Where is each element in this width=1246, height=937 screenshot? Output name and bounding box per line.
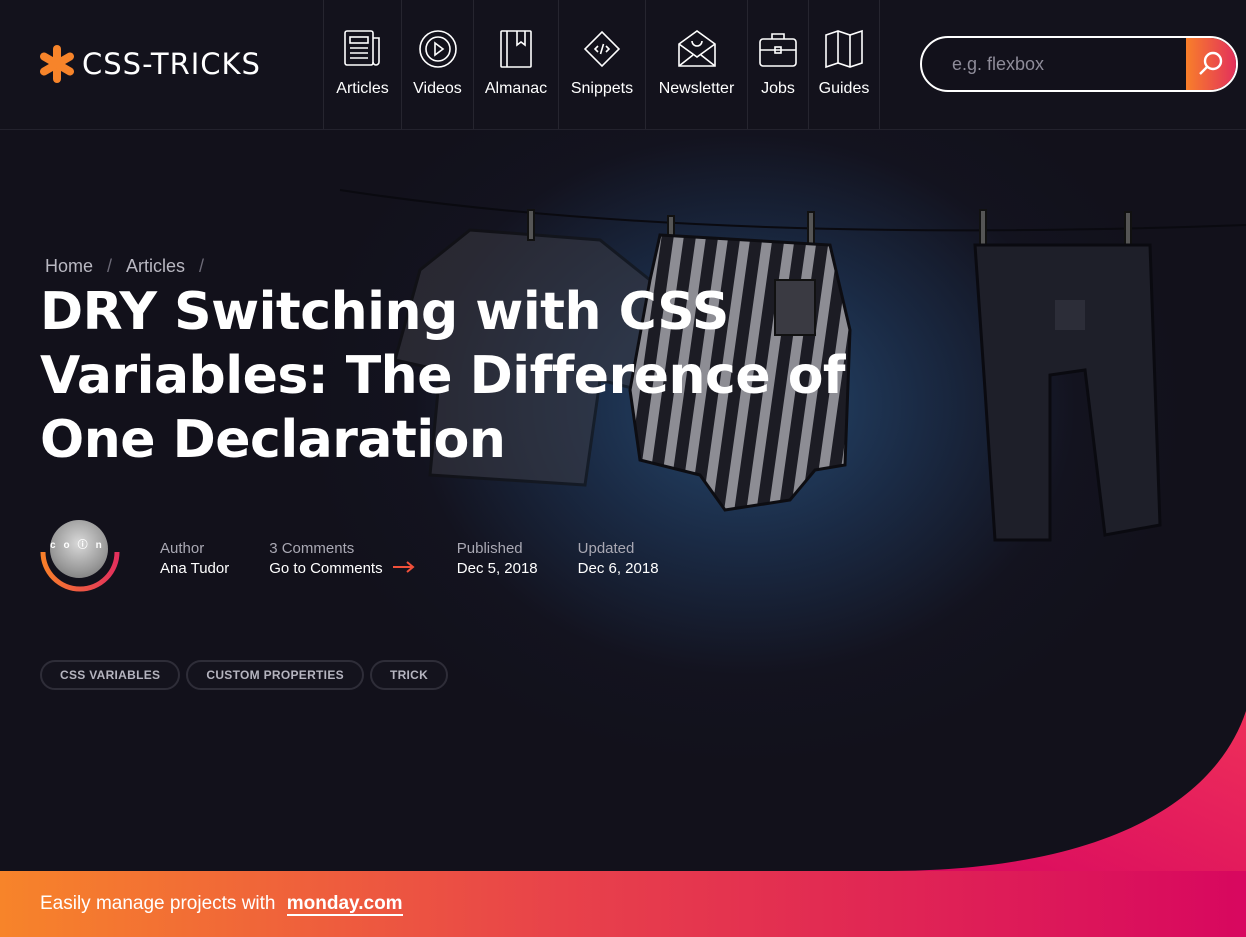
breadcrumb: Home / Articles / (45, 256, 204, 277)
nav-guides[interactable]: Guides (808, 0, 880, 129)
search-input[interactable] (922, 38, 1186, 90)
article-title: DRY Switching with CSS Variables: The Di… (40, 282, 846, 470)
asterisk-logo-icon (40, 45, 74, 83)
nav-jobs[interactable]: Jobs (747, 0, 808, 129)
meta-comments: 3 Comments Go to Comments (269, 540, 417, 577)
published-date: Dec 5, 2018 (456, 559, 538, 577)
nav-label: Videos (413, 80, 462, 97)
comments-link[interactable]: Go to Comments (269, 560, 417, 577)
nav-almanac[interactable]: Almanac (473, 0, 558, 129)
tag-css-variables[interactable]: CSS VARIABLES (40, 660, 181, 690)
comments-count: 3 Comments (269, 539, 355, 557)
search-box (920, 36, 1238, 92)
author-name[interactable]: Ana Tudor (160, 560, 229, 577)
envelope-icon (677, 30, 716, 67)
breadcrumb-home[interactable]: Home (45, 256, 93, 277)
search-button[interactable] (1186, 38, 1236, 90)
updated-label: Updated (577, 539, 635, 557)
avatar: coⓘnce (50, 520, 108, 578)
nav-label: Snippets (570, 80, 634, 97)
tag-custom-properties[interactable]: CUSTOM PROPERTIES (186, 660, 364, 690)
nav-label: Newsletter (658, 80, 735, 97)
search-icon (1199, 51, 1223, 75)
nav-videos[interactable]: Videos (401, 0, 473, 129)
map-icon (825, 29, 863, 69)
published-label: Published (456, 539, 523, 557)
breadcrumb-separator: / (107, 256, 113, 276)
briefcase-icon (759, 33, 797, 67)
sponsor-bar: Easily manage projects with monday.com (0, 871, 1246, 937)
breadcrumb-articles[interactable]: Articles (126, 256, 185, 277)
newspaper-icon (343, 30, 380, 66)
nav-newsletter[interactable]: Newsletter (645, 0, 747, 129)
nav-label: Almanac (484, 80, 548, 97)
arrow-right-icon (392, 560, 415, 573)
sponsor-text: Easily manage projects with monday.com (40, 893, 403, 916)
tag-list: CSS VARIABLES CUSTOM PROPERTIES TRICK (40, 660, 449, 690)
main-nav: Articles Videos Almanac Snippets Newslet… (323, 0, 880, 129)
nav-label: Articles (336, 80, 389, 97)
avatar-text: coⓘnce (50, 540, 108, 551)
nav-label: Guides (818, 80, 870, 97)
nav-articles[interactable]: Articles (323, 0, 401, 129)
book-icon (500, 30, 532, 68)
meta-published: Published Dec 5, 2018 (457, 540, 538, 577)
nav-label: Jobs (761, 80, 795, 97)
sponsor-link[interactable]: monday.com (286, 893, 403, 916)
site-logo[interactable]: CSS-TRICKS (40, 44, 261, 84)
sponsor-message: Easily manage projects with (40, 893, 276, 914)
meta-updated: Updated Dec 6, 2018 (578, 540, 659, 577)
author-avatar[interactable]: coⓘnce (40, 518, 120, 598)
updated-date: Dec 6, 2018 (577, 559, 659, 577)
logo-text: CSS-TRICKS (82, 47, 261, 81)
author-label: Author (160, 539, 205, 557)
tag-trick[interactable]: TRICK (369, 660, 449, 690)
meta-author: Author Ana Tudor (160, 540, 229, 577)
site-header: CSS-TRICKS Articles Videos Almanac Snipp… (0, 0, 1246, 130)
corner-swoosh (886, 711, 1246, 871)
comments-link-label: Go to Comments (269, 559, 383, 577)
article-hero: Home / Articles / DRY Switching with CSS… (0, 130, 1246, 871)
breadcrumb-separator: / (199, 256, 205, 276)
play-icon (418, 30, 457, 68)
nav-snippets[interactable]: Snippets (558, 0, 645, 129)
code-icon (583, 30, 621, 68)
article-meta: coⓘnce Author Ana Tudor 3 Comments Go to… (40, 518, 699, 598)
